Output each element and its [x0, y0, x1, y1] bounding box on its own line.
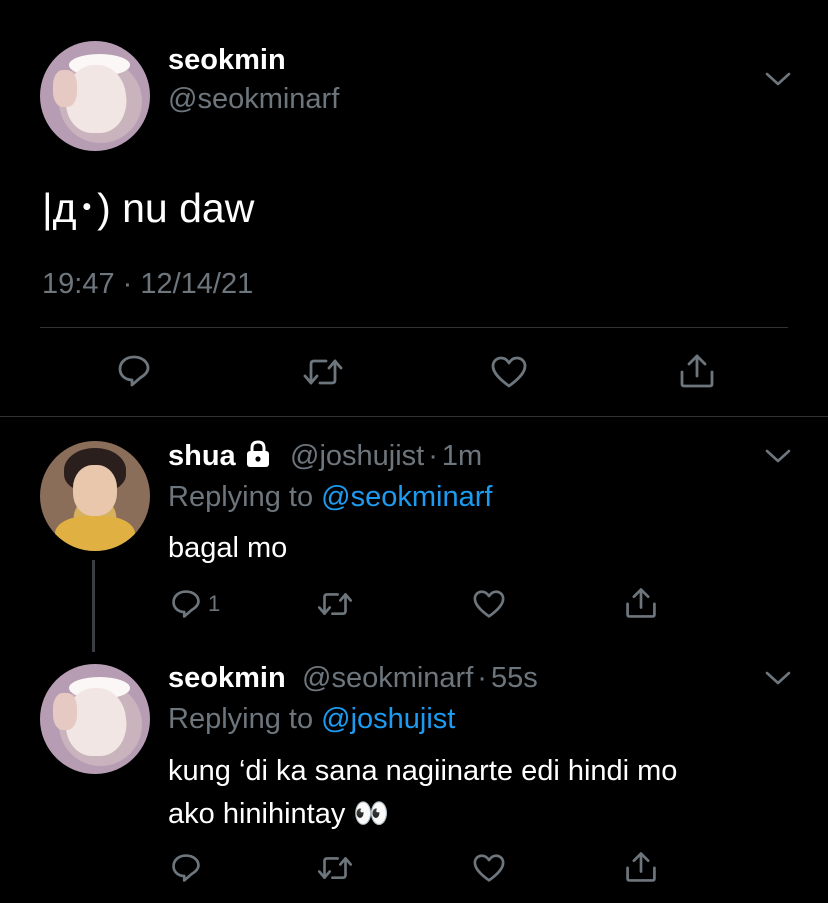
reply-icon: [172, 590, 200, 618]
share-icon: [680, 354, 714, 388]
reply-button[interactable]: 1: [170, 588, 220, 620]
like-button[interactable]: [472, 589, 506, 619]
avatar[interactable]: [40, 664, 150, 774]
like-icon: [473, 590, 505, 618]
reply-count: 1: [208, 591, 221, 616]
user-handle[interactable]: @seokminarf: [302, 662, 473, 694]
tweet-age[interactable]: 1m: [442, 440, 482, 472]
retweet-icon: [317, 593, 353, 615]
like-icon: [473, 854, 505, 882]
tweet-meta: @joshujist · 1m: [290, 440, 482, 473]
divider: [40, 327, 788, 328]
tweet-text: |д･) nu daw: [42, 185, 255, 231]
tweet-meta: @seokminarf · 55s: [302, 662, 538, 695]
avatar[interactable]: [40, 41, 150, 151]
tweet-text-line-2: ako hinihintay 👀: [168, 798, 390, 830]
reply-icon: [118, 355, 150, 387]
replying-to-prefix: Replying to: [168, 703, 322, 735]
share-button[interactable]: [624, 586, 658, 620]
replying-to-link[interactable]: @seokminarf: [321, 481, 492, 513]
like-button[interactable]: [472, 853, 506, 883]
reply-button[interactable]: [116, 353, 152, 389]
retweet-button[interactable]: [316, 590, 354, 618]
display-name[interactable]: seokmin: [168, 44, 286, 77]
tweet-text-line-1: kung ‘di ka sana nagiinarte edi hindi mo: [168, 755, 678, 787]
reply-button[interactable]: [170, 852, 202, 884]
share-button[interactable]: [678, 352, 716, 390]
display-name[interactable]: seokmin: [168, 662, 286, 695]
chevron-down-icon[interactable]: [764, 70, 792, 88]
tweet-text: bagal mo: [168, 532, 288, 564]
share-icon: [626, 588, 656, 618]
meta-separator: ·: [477, 662, 487, 694]
replying-to: Replying to @seokminarf: [168, 481, 492, 514]
divider: [0, 416, 828, 417]
timestamp[interactable]: 19:47 · 12/14/21: [42, 268, 253, 301]
retweet-button[interactable]: [302, 356, 344, 388]
user-handle[interactable]: @seokminarf: [168, 83, 339, 116]
replying-to-prefix: Replying to: [168, 481, 322, 513]
meta-separator: ·: [428, 440, 438, 472]
retweet-icon: [303, 359, 343, 385]
tweet-age[interactable]: 55s: [491, 662, 538, 694]
retweet-icon: [317, 857, 353, 879]
like-icon: [491, 356, 527, 388]
lock-icon: [246, 440, 269, 468]
display-name[interactable]: shua: [168, 440, 270, 473]
replying-to: Replying to @joshujist: [168, 703, 455, 736]
replying-to-link[interactable]: @joshujist: [321, 703, 455, 735]
chevron-down-icon[interactable]: [764, 447, 792, 465]
share-icon: [626, 852, 656, 882]
avatar[interactable]: [40, 441, 150, 551]
share-button[interactable]: [624, 850, 658, 884]
retweet-button[interactable]: [316, 854, 354, 882]
user-handle[interactable]: @joshujist: [290, 440, 424, 472]
thread-connector: [92, 560, 95, 652]
chevron-down-icon[interactable]: [764, 669, 792, 687]
display-name-text: shua: [168, 440, 236, 472]
reply-icon: [172, 854, 200, 882]
like-button[interactable]: [490, 355, 528, 389]
